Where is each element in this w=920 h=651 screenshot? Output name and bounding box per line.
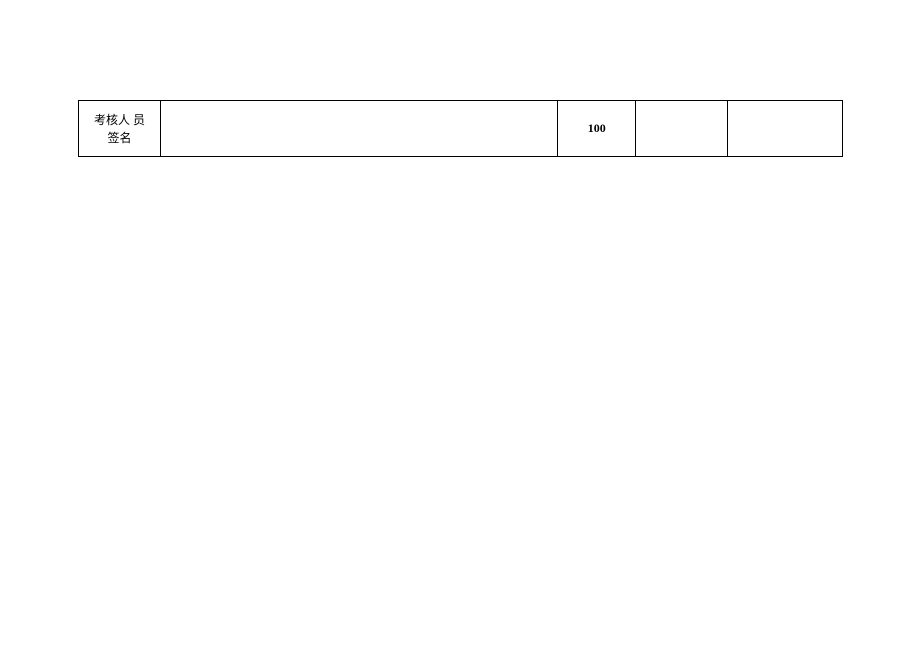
extra-cell-2	[728, 101, 843, 157]
table-row: 考核人 员 签名 100	[79, 101, 843, 157]
signature-cell	[160, 101, 557, 157]
assessor-signature-label-cell: 考核人 员 签名	[79, 101, 161, 157]
label-line1: 考核人 员	[94, 113, 145, 127]
score-cell: 100	[558, 101, 636, 157]
extra-cell-1	[636, 101, 728, 157]
assessment-table: 考核人 员 签名 100	[78, 100, 843, 157]
assessment-table-wrapper: 考核人 员 签名 100	[78, 100, 843, 157]
label-line2: 签名	[107, 131, 131, 145]
